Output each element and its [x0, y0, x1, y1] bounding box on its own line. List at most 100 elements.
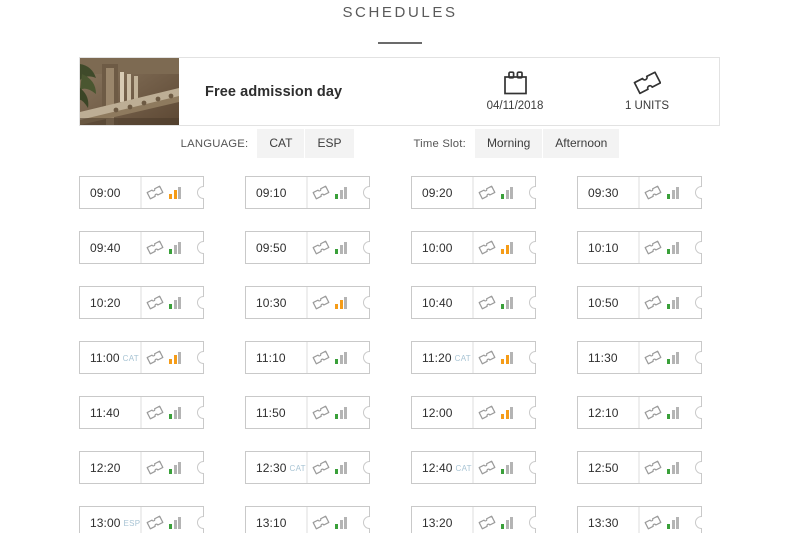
- slot-time-cell: 10:20: [79, 286, 141, 319]
- availability-bar-chart-icon: [667, 241, 679, 254]
- slot-language-badge: CAT: [122, 354, 139, 363]
- slot-time-label: 12:20: [90, 460, 121, 475]
- slot-language-badge: CAT: [455, 464, 472, 473]
- slot-time-label: 12:40: [422, 460, 453, 475]
- schedule-slot[interactable]: 11:00 CAT: [79, 341, 204, 374]
- calendar-icon: [503, 71, 527, 95]
- slot-time-label: 10:50: [588, 295, 619, 310]
- ticket-icon: [478, 515, 496, 530]
- schedule-slot[interactable]: 11:20 CAT: [411, 341, 536, 374]
- schedule-slot[interactable]: 12:10: [577, 396, 702, 429]
- slot-icons-cell: [639, 176, 702, 209]
- ticket-icon: [644, 515, 662, 530]
- schedule-slot[interactable]: 13:10: [245, 506, 370, 533]
- availability-bar-chart-icon: [169, 461, 181, 474]
- availability-bar-chart-icon: [169, 241, 181, 254]
- availability-bar-chart-icon: [501, 186, 513, 199]
- availability-bar-chart-icon: [667, 186, 679, 199]
- availability-bar-chart-icon: [169, 296, 181, 309]
- slot-time-cell: 10:00: [411, 231, 473, 264]
- schedule-slot[interactable]: 10:20: [79, 286, 204, 319]
- slot-icons-cell: [473, 231, 536, 264]
- schedule-slot[interactable]: 12:30 CAT: [245, 451, 370, 484]
- slot-icons-cell: [473, 176, 536, 209]
- schedule-slot[interactable]: 12:20: [79, 451, 204, 484]
- schedule-slot[interactable]: 09:20: [411, 176, 536, 209]
- schedule-slot[interactable]: 11:50: [245, 396, 370, 429]
- ticket-icon: [478, 295, 496, 310]
- ticket-icon: [312, 460, 330, 475]
- availability-bar-chart-icon: [335, 296, 347, 309]
- slot-time-label: 10:30: [256, 295, 287, 310]
- slot-time-cell: 10:10: [577, 231, 639, 264]
- schedule-slot[interactable]: 12:00: [411, 396, 536, 429]
- schedule-slot[interactable]: 09:40: [79, 231, 204, 264]
- ticket-icon: [478, 240, 496, 255]
- slot-icons-cell: [473, 286, 536, 319]
- slot-time-cell: 10:30: [245, 286, 307, 319]
- slot-time-cell: 12:40 CAT: [411, 451, 473, 484]
- schedule-slot[interactable]: 10:10: [577, 231, 702, 264]
- ticket-icon: [633, 71, 661, 95]
- availability-bar-chart-icon: [335, 351, 347, 364]
- ticket-icon: [312, 515, 330, 530]
- schedule-slot[interactable]: 09:50: [245, 231, 370, 264]
- slot-time-cell: 13:30: [577, 506, 639, 533]
- slot-time-cell: 09:40: [79, 231, 141, 264]
- ticket-icon: [644, 460, 662, 475]
- slot-icons-cell: [141, 286, 204, 319]
- event-title: Free admission day: [205, 83, 343, 100]
- availability-bar-chart-icon: [667, 406, 679, 419]
- schedule-slot[interactable]: 10:30: [245, 286, 370, 319]
- schedule-slot[interactable]: 10:50: [577, 286, 702, 319]
- slot-time-label: 13:20: [422, 515, 453, 530]
- schedule-slot[interactable]: 11:30: [577, 341, 702, 374]
- schedule-slot[interactable]: 12:50: [577, 451, 702, 484]
- ticket-icon: [312, 295, 330, 310]
- slot-icons-cell: [307, 231, 370, 264]
- slot-icons-cell: [307, 286, 370, 319]
- slot-time-label: 12:30: [256, 460, 287, 475]
- schedule-slot[interactable]: 11:40: [79, 396, 204, 429]
- ticket-icon: [146, 405, 164, 420]
- ticket-icon: [146, 240, 164, 255]
- schedule-slot[interactable]: 09:00: [79, 176, 204, 209]
- language-filter-group: LANGUAGE: CAT ESP: [181, 129, 354, 159]
- slot-language-badge: ESP: [123, 519, 141, 528]
- slot-time-label: 09:50: [256, 240, 287, 255]
- slot-time-label: 12:10: [588, 405, 619, 420]
- slot-icons-cell: [639, 341, 702, 374]
- schedule-slot[interactable]: 10:40: [411, 286, 536, 319]
- schedule-slot[interactable]: 09:10: [245, 176, 370, 209]
- language-option-cat[interactable]: CAT: [257, 129, 305, 159]
- slot-icons-cell: [141, 231, 204, 264]
- slot-icons-cell: [307, 451, 370, 484]
- availability-bar-chart-icon: [667, 516, 679, 529]
- event-date-cell: 04/11/2018: [473, 71, 557, 112]
- schedule-slot[interactable]: 10:00: [411, 231, 536, 264]
- schedule-slot[interactable]: 09:30: [577, 176, 702, 209]
- schedule-slot[interactable]: 13:30: [577, 506, 702, 533]
- slot-time-cell: 12:10: [577, 396, 639, 429]
- slot-language-badge: CAT: [454, 354, 471, 363]
- language-option-esp[interactable]: ESP: [305, 129, 354, 159]
- schedule-slot[interactable]: 13:00 ESP: [79, 506, 204, 533]
- availability-bar-chart-icon: [501, 351, 513, 364]
- ticket-icon: [644, 240, 662, 255]
- availability-bar-chart-icon: [169, 516, 181, 529]
- availability-bar-chart-icon: [169, 186, 181, 199]
- schedule-slot[interactable]: 13:20: [411, 506, 536, 533]
- time-slot-option-afternoon[interactable]: Afternoon: [543, 129, 620, 159]
- slot-icons-cell: [473, 341, 536, 374]
- ticket-icon: [644, 350, 662, 365]
- time-slot-option-morning[interactable]: Morning: [474, 129, 543, 159]
- slot-time-label: 11:30: [588, 350, 618, 365]
- availability-bar-chart-icon: [335, 516, 347, 529]
- schedule-slot[interactable]: 11:10: [245, 341, 370, 374]
- schedule-slot[interactable]: 12:40 CAT: [411, 451, 536, 484]
- availability-bar-chart-icon: [335, 406, 347, 419]
- slot-icons-cell: [307, 341, 370, 374]
- ticket-icon: [146, 350, 164, 365]
- slot-time-label: 11:10: [256, 350, 286, 365]
- event-date-value: 04/11/2018: [486, 100, 544, 112]
